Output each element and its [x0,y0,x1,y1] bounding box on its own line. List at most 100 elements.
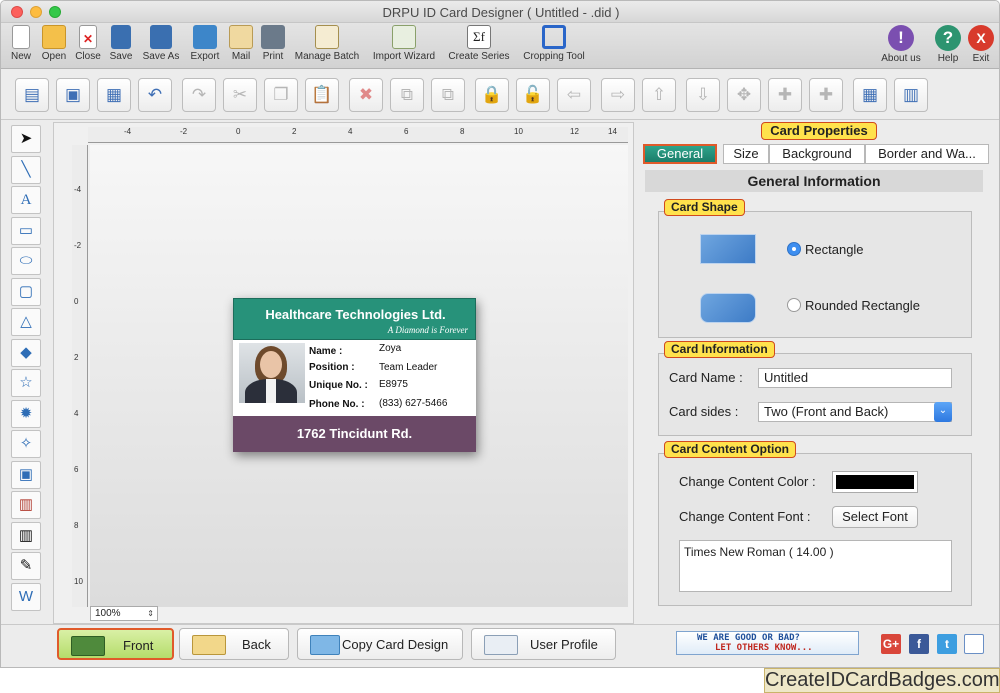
back-button[interactable]: Back [179,628,289,660]
watermark-tool[interactable]: W [11,583,41,611]
card-company-name[interactable]: Healthcare Technologies Ltd. [234,307,477,322]
card-unique-value[interactable]: E8975 [379,379,408,390]
barcode-tool[interactable]: ▥ [11,522,41,550]
star-tool[interactable]: ☆ [11,369,41,397]
rectangle-shape-preview[interactable] [700,234,756,264]
card-position-value[interactable]: Team Leader [379,362,437,373]
share-icon[interactable] [964,634,984,654]
card-phone-label[interactable]: Phone No. : [309,399,365,410]
card-name-label[interactable]: Name : [309,346,342,357]
create-series-button[interactable]: Σf Create Series [445,25,513,67]
shape-tool[interactable]: ✧ [11,430,41,458]
lock-button[interactable]: 🔒 [475,78,509,112]
open-button[interactable]: Open [39,25,69,67]
align-vertical-button[interactable]: ✚ [768,78,802,112]
rounded-rectangle-label[interactable]: Rounded Rectangle [805,298,920,313]
center-button[interactable]: ✥ [727,78,761,112]
image-tool[interactable]: ▣ [11,461,41,489]
triangle-tool[interactable]: △ [11,308,41,336]
front-button[interactable]: Front [57,628,174,660]
properties-tool[interactable]: ▤ [15,78,49,112]
twitter-icon[interactable]: t [937,634,957,654]
chevron-down-icon[interactable]: ⌄ [934,402,952,422]
exit-button[interactable]: X Exit [967,25,995,67]
paste-button[interactable]: 📋 [305,78,339,112]
grid-button[interactable]: ▦ [853,78,887,112]
ruler-button[interactable]: ▥ [894,78,928,112]
books-icon: ▥ [18,496,34,513]
save-button[interactable]: Save [107,25,135,67]
ellipse-tool[interactable]: ⬭ [11,247,41,275]
rectangle-radio[interactable] [787,242,801,256]
cut-button[interactable]: ✂ [223,78,257,112]
card-photo[interactable] [239,343,305,403]
card-unique-label[interactable]: Unique No. : [309,380,368,391]
import-wizard-button[interactable]: Import Wizard [367,25,441,67]
delete-button[interactable]: ✖ [349,78,383,112]
card-position-label[interactable]: Position : [309,362,355,373]
diamond-tool[interactable]: ◆ [11,339,41,367]
tab-border[interactable]: Border and Wa... [865,144,989,164]
tab-size[interactable]: Size [723,144,769,164]
copy-button[interactable]: ❐ [264,78,298,112]
unlock-button[interactable]: 🔓 [516,78,550,112]
mail-button[interactable]: Mail [227,25,255,67]
background-tool[interactable]: ▣ [56,78,90,112]
rounded-shape-preview[interactable] [700,293,756,323]
feedback-banner[interactable]: WE ARE GOOD OR BAD? LET OTHERS KNOW... [676,631,859,655]
google-plus-icon[interactable]: G+ [881,634,901,654]
move-right-button[interactable]: ⇨ [601,78,635,112]
move-left-button[interactable]: ⇦ [557,78,591,112]
manage-batch-button[interactable]: Manage Batch [291,25,363,67]
content-color-swatch[interactable] [832,471,918,493]
tab-general[interactable]: General [643,144,717,164]
line-tool[interactable]: ╲ [11,156,41,184]
card-sides-select[interactable]: Two (Front and Back) ⌄ [758,402,952,422]
copy-card-design-button[interactable]: Copy Card Design [297,628,463,660]
copy-icon: ❐ [273,85,289,104]
id-card-preview[interactable]: Healthcare Technologies Ltd. A Diamond i… [233,298,476,452]
rounded-rectangle-tool[interactable]: ▢ [11,278,41,306]
font-preview-field[interactable]: Times New Roman ( 14.00 ) [679,540,952,592]
insert-image-tool[interactable]: ▦ [97,78,131,112]
export-button[interactable]: Export [187,25,223,67]
about-us-button[interactable]: ! About us [877,25,925,67]
card-footer-address[interactable]: 1762 Tincidunt Rd. [233,416,476,452]
bring-forward-button[interactable]: ⧉ [390,78,424,112]
close-file-button[interactable]: ✕ Close [73,25,103,67]
rounded-rectangle-radio[interactable] [787,298,801,312]
rectangle-label[interactable]: Rectangle [805,242,864,257]
send-backward-button[interactable]: ⧉ [431,78,465,112]
select-font-button[interactable]: Select Font [832,506,918,528]
redo-button[interactable]: ↷ [182,78,216,112]
rectangle-tool[interactable]: ▭ [11,217,41,245]
card-phone-value[interactable]: (833) 627-5466 [379,398,447,409]
arrow-left-icon: ⇦ [566,85,582,104]
card-name-input[interactable]: Untitled [758,368,952,388]
library-tool[interactable]: ▥ [11,491,41,519]
arrow-right-icon: ⇨ [610,85,626,104]
card-tagline[interactable]: A Diamond is Forever [388,325,468,335]
new-button[interactable]: New [7,25,35,67]
zoom-stepper-icon[interactable]: ⇕ [147,607,154,620]
align-horizontal-button[interactable]: ✚ [809,78,843,112]
line-icon: ╲ [21,161,31,178]
move-down-button[interactable]: ⇩ [686,78,720,112]
facebook-icon[interactable]: f [909,634,929,654]
tab-background[interactable]: Background [769,144,865,164]
cropping-tool-button[interactable]: Cropping Tool [517,25,591,67]
user-profile-button[interactable]: User Profile [471,628,616,660]
center-icon: ✥ [736,85,752,104]
text-tool[interactable]: A [11,186,41,214]
card-name-value[interactable]: Zoya [379,343,401,354]
undo-button[interactable]: ↶ [138,78,172,112]
burst-tool[interactable]: ✹ [11,400,41,428]
move-up-button[interactable]: ⇧ [642,78,676,112]
zoom-select[interactable]: 100% ⇕ [90,606,158,621]
print-button[interactable]: Print [259,25,287,67]
select-tool[interactable]: ➤ [11,125,41,153]
align-horizontal-icon: ✚ [818,85,834,104]
signature-tool[interactable]: ✎ [11,552,41,580]
save-as-button[interactable]: Save As [139,25,183,67]
help-button[interactable]: ? Help [933,25,963,67]
